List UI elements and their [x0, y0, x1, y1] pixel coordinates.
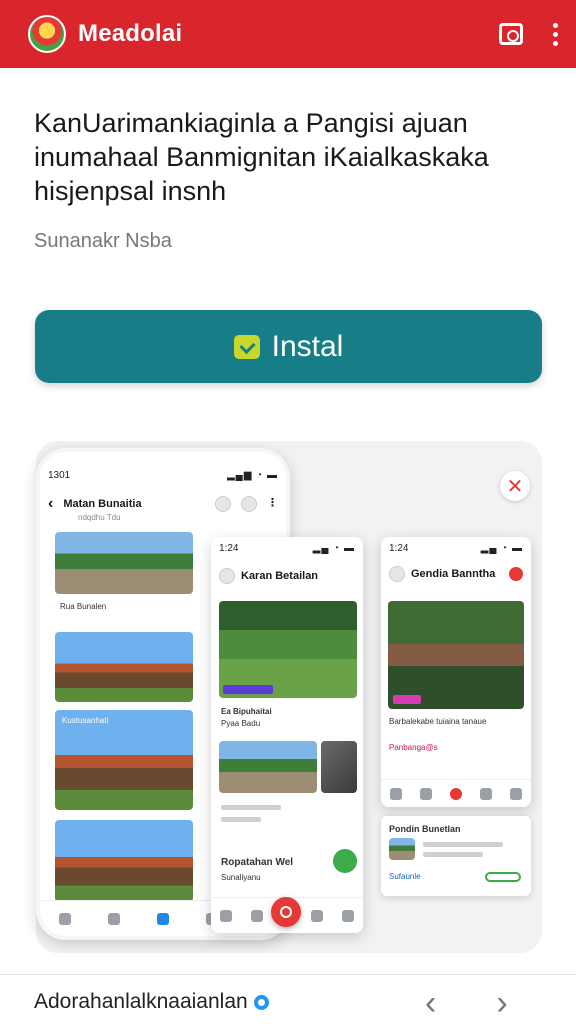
chevron-right-icon[interactable]: › [496, 984, 507, 1023]
app-bar-actions [499, 22, 558, 46]
post-tags: Panbanga@s [389, 743, 438, 752]
category-chip[interactable] [223, 685, 273, 694]
record-icon[interactable] [450, 787, 462, 800]
house-image[interactable] [55, 632, 193, 702]
status-time: 1:24 [389, 543, 409, 554]
action-icon[interactable] [333, 849, 357, 873]
text-line [221, 805, 281, 810]
item-caption: Rua Bunalen [60, 602, 107, 611]
status-bar: 1:24 ▂▄ ◔ ▬ [381, 543, 531, 554]
headline-line-1: KanUarimankiaginla a Pangisi ajuan [34, 108, 468, 138]
home-icon[interactable] [220, 909, 233, 922]
card-title: Pondin Bunetlan [389, 824, 461, 834]
clock-icon[interactable] [480, 787, 492, 800]
notification-icon[interactable] [420, 787, 432, 800]
chevron-left-icon[interactable]: ‹ [425, 984, 436, 1023]
garden-image[interactable] [219, 601, 357, 698]
app-bar: Meadolai [0, 0, 576, 68]
tag-chip[interactable] [393, 695, 421, 704]
text-line [423, 852, 483, 857]
signal-icon: ▂▄ ◔ ▬ [480, 543, 523, 554]
text-line [221, 817, 261, 822]
app-logo-icon [28, 15, 66, 53]
app-headline: KanUarimankiaginla a Pangisi ajuan inuma… [34, 106, 544, 208]
gallery-nav: ‹ › [425, 984, 508, 1023]
headline-line-2: inumahaal Banmignitan iKaialkaskaka [34, 142, 489, 172]
close-icon[interactable]: ✕ [500, 471, 530, 501]
menu-icon[interactable] [510, 787, 522, 800]
clock-icon[interactable] [311, 909, 324, 922]
phone-title: Matan Bunaitia [63, 498, 142, 510]
info-icon[interactable] [241, 496, 257, 512]
roof-house-image[interactable] [55, 820, 193, 902]
verified-icon [253, 994, 269, 1010]
profile-icon[interactable] [341, 909, 354, 922]
explore-icon[interactable] [107, 912, 120, 925]
traditional-house-image[interactable] [55, 710, 193, 810]
status-time: 1:24 [219, 543, 239, 554]
preview-card[interactable]: Pondin Bunetlan Sufaunle [381, 816, 531, 896]
text-line [423, 842, 503, 847]
post-caption: Ea Bipuhaitai [221, 707, 272, 716]
phone-screenshot-middle[interactable]: 1:24 ▂▄ ◔ ▬ Karan Betailan Ea Bipuhaitai… [211, 537, 363, 933]
portrait-image[interactable] [321, 741, 357, 793]
post-meta: Pyaa Badu [221, 719, 261, 728]
more-icon[interactable]: ⋮ [267, 496, 278, 512]
market-image[interactable] [219, 741, 317, 793]
status-chip[interactable] [485, 872, 521, 882]
section-subtitle: Sunaliyanu [221, 873, 261, 882]
app-title: Meadolai [78, 20, 183, 47]
section-label[interactable]: Adorahanlalknaaianlan [34, 990, 269, 1014]
phone-screenshot-right[interactable]: 1:24 ▂▄ ◔ ▬ Gendia Banntha Barbalekabe t… [381, 537, 531, 807]
home-icon[interactable] [58, 912, 71, 925]
portrait-photo[interactable] [388, 601, 524, 709]
headline-line-3: hisjenpsal insnh [34, 176, 227, 206]
install-label: Instal [271, 329, 344, 363]
avatar[interactable] [389, 566, 405, 582]
more-vert-icon[interactable] [553, 22, 558, 46]
item-caption: Kustusanhati [62, 716, 109, 725]
signal-icon: ▂▄▆ ◔ ▬ [226, 470, 278, 481]
status-bar: 1301 ▂▄▆ ◔ ▬ [40, 470, 286, 481]
close-icon[interactable] [509, 567, 523, 581]
install-button[interactable]: Instal [35, 310, 542, 383]
developer-name[interactable]: Sunanakr Nsba [34, 230, 172, 253]
record-button[interactable] [271, 897, 301, 927]
phone-header: Karan Betailan [211, 568, 363, 584]
search-icon[interactable] [215, 496, 231, 512]
install-icon [233, 334, 260, 359]
phone-header: ‹ Matan Bunaitia ⋮ [40, 495, 286, 513]
notification-icon[interactable] [250, 909, 263, 922]
signal-icon: ▂▄ ◔ ▬ [312, 543, 355, 554]
phone-title: Karan Betailan [241, 570, 319, 582]
section-title: Ropatahan Wel [221, 857, 294, 868]
bottom-nav [381, 779, 531, 807]
divider [0, 974, 576, 975]
back-arrow-icon[interactable]: ‹ [48, 495, 53, 513]
avatar[interactable] [219, 568, 235, 584]
status-bar: 1:24 ▂▄ ◔ ▬ [211, 543, 363, 554]
home-icon[interactable] [390, 787, 402, 800]
village-image[interactable] [55, 532, 193, 594]
status-time: 1301 [48, 470, 71, 481]
post-body: Barbalekabe tuiaina tanaue [389, 717, 487, 726]
phone-header: Gendia Banntha [381, 566, 531, 582]
card-thumbnail [389, 838, 415, 860]
camera-icon[interactable] [156, 912, 169, 925]
share-icon[interactable] [499, 23, 523, 45]
phone-title: Gendia Banntha [411, 568, 496, 580]
section-label-text: Adorahanlalknaaianlan [34, 990, 248, 1013]
card-meta: Sufaunle [389, 872, 421, 881]
phone-subtitle: ndqdhu Tdu [78, 513, 121, 522]
